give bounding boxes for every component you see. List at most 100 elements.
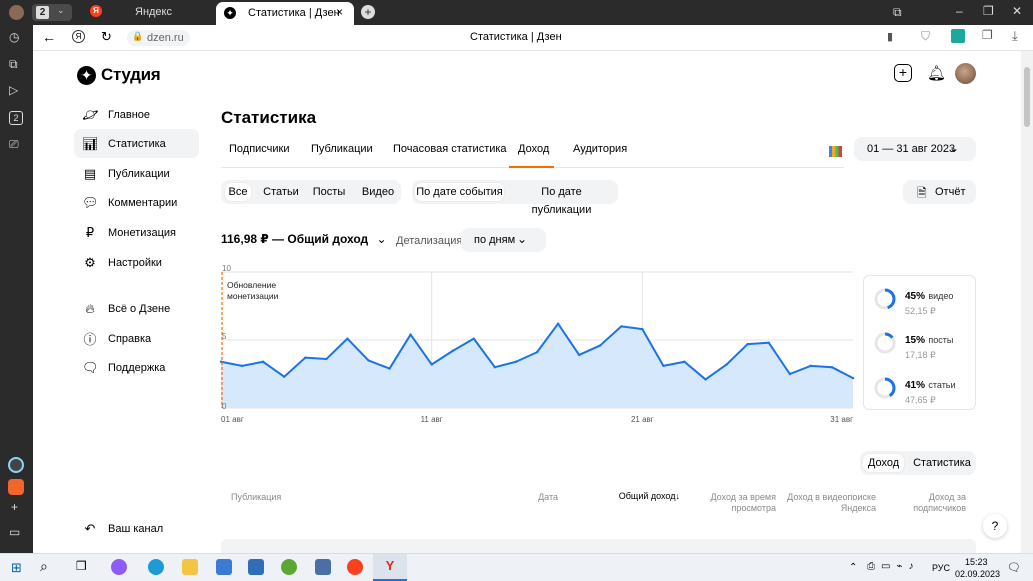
clock-date[interactable]: 02.09.2023 <box>955 569 1000 579</box>
column-total-income[interactable]: Общий доход↓ <box>600 491 680 502</box>
store-icon[interactable] <box>216 559 232 575</box>
detail-dropdown[interactable]: по дням ⌄ <box>461 228 546 252</box>
search-icon[interactable]: ⌕ <box>40 558 48 575</box>
sidebar-item-support[interactable]: 🗨︎ Поддержка <box>74 353 199 382</box>
url-pill[interactable]: 🔒 dzen.ru <box>127 30 190 46</box>
date-range-button[interactable]: 01 — 31 авг 2023 ⌄ <box>854 137 976 161</box>
your-channel-link[interactable]: ↶ Ваш канал <box>74 514 199 543</box>
alice-icon[interactable] <box>8 457 24 473</box>
column-date[interactable]: Дата <box>520 492 558 503</box>
app-icon[interactable] <box>315 559 331 575</box>
folder-icon[interactable] <box>182 559 198 575</box>
edge-icon[interactable] <box>148 559 164 575</box>
dzen-logo-icon: ✦ <box>77 65 96 85</box>
avatar[interactable] <box>9 5 24 20</box>
sidebar-item-comments[interactable]: 💬︎ Комментарии <box>74 188 199 217</box>
mail-icon[interactable] <box>248 559 264 575</box>
back-icon[interactable]: ← <box>42 29 56 45</box>
sidebar-item-label: Поддержка <box>108 361 166 374</box>
sidebar-item-stats[interactable]: 📊︎ Статистика <box>74 129 199 158</box>
studio-logo[interactable]: ✦ Студия <box>77 65 161 85</box>
help-button[interactable]: ? <box>983 514 1007 538</box>
new-tab-button[interactable]: + <box>361 5 375 19</box>
color-bars-icon[interactable] <box>829 146 842 157</box>
report-button[interactable]: 🗎︎ Отчёт <box>903 180 976 204</box>
alice-taskbar-icon[interactable] <box>111 559 127 575</box>
total-income-selector[interactable]: 116,98 ₽ — Общий доход ⌄ <box>221 232 387 246</box>
annotation-label: Обновление <box>227 280 276 290</box>
language-indicator[interactable]: РУС <box>932 563 950 573</box>
tab-income[interactable]: Доход <box>518 143 549 155</box>
chat-ext-icon[interactable]: ❐ <box>982 28 993 42</box>
column-watch-income[interactable]: Доход за время просмотра <box>690 492 776 514</box>
page-scrollbar[interactable] <box>1021 51 1033 553</box>
tabs-count-icon[interactable]: 2 <box>9 111 23 125</box>
data-point <box>662 364 665 368</box>
column-publication[interactable]: Публикация <box>231 492 281 503</box>
tab-dzen-stats[interactable]: ✦ Статистика | Дзен × <box>216 2 354 25</box>
bookmark-icon[interactable]: ▮ <box>887 30 893 43</box>
collections-icon[interactable]: ⧉ <box>9 58 18 70</box>
windows-start-icon[interactable]: ⊞ <box>11 560 22 576</box>
tab-count-button[interactable]: 2 ⌄ <box>32 4 72 21</box>
chevron-down-icon: ⌄ <box>517 232 528 246</box>
sidebar-toggle-icon[interactable]: ▭ <box>9 526 20 538</box>
layers-icon: ▤ <box>83 165 97 181</box>
sidebar-item-main[interactable]: 🪐︎ Главное <box>74 100 199 129</box>
detail-value: по дням <box>474 234 516 246</box>
notifications-icon[interactable]: 🗨︎ <box>1007 561 1021 574</box>
clock-time[interactable]: 15:23 <box>965 557 988 567</box>
tab-subscribers[interactable]: Подписчики <box>229 143 290 155</box>
data-point <box>683 360 686 363</box>
sidebar-item-publications[interactable]: ▤ Публикации <box>74 159 199 188</box>
toggle-income[interactable]: Доход <box>863 454 904 472</box>
tray-chevron-icon[interactable]: ⌃ <box>849 562 857 573</box>
tab-hourly[interactable]: Почасовая статистика <box>393 143 507 155</box>
shield-icon[interactable]: ⛉ <box>921 29 930 44</box>
sidebar-item-help[interactable]: ⓘ Справка <box>74 324 199 353</box>
history-icon[interactable]: ◷ <box>9 31 19 43</box>
sidebar-item-settings[interactable]: ⚙ Настройки <box>74 248 199 277</box>
close-icon[interactable]: × <box>336 5 343 19</box>
tab-publications[interactable]: Публикации <box>311 143 373 155</box>
play-icon[interactable]: ▷ <box>9 84 18 96</box>
avatar[interactable] <box>955 63 976 84</box>
screenshot-icon[interactable]: ⎚ <box>9 138 19 150</box>
report-icon: 🗎︎ <box>917 186 927 200</box>
tab-yandex[interactable]: Я Яндекс <box>90 5 210 20</box>
toggle-statistics[interactable]: Статистика <box>912 454 972 472</box>
extension-icon[interactable] <box>951 29 965 43</box>
filter-all[interactable]: Все <box>225 183 251 201</box>
yandex-browser-taskbar-button[interactable]: Y <box>373 554 407 581</box>
reload-icon[interactable]: ↻ <box>101 29 112 45</box>
yandex-search-icon[interactable]: Я <box>72 30 85 43</box>
tray-icons[interactable]: ⎙▭⌁♪ <box>867 561 919 572</box>
task-view-icon[interactable]: ❒ <box>76 559 87 573</box>
torrent-icon[interactable] <box>281 559 297 575</box>
column-video-search-income[interactable]: Доход в видеопоиске Яндекса <box>780 492 876 514</box>
data-point <box>472 337 475 340</box>
data-point <box>493 366 497 369</box>
sidebar-item-about[interactable]: 🔥︎ Всё о Дзене <box>74 294 199 323</box>
filter-video[interactable]: Видео <box>359 183 397 201</box>
sidebar-item-monetization[interactable]: ₽ Монетизация <box>74 218 199 247</box>
market-icon[interactable] <box>8 479 24 495</box>
chat-icon: 🗨︎ <box>82 359 99 375</box>
download-icon[interactable]: ⤓ <box>1012 28 1018 44</box>
filter-by-event[interactable]: По дате события <box>415 183 504 201</box>
close-window-icon[interactable]: ✕ <box>1012 5 1022 17</box>
minimize-icon[interactable]: – <box>956 5 963 17</box>
tab-audience[interactable]: Аудитория <box>573 143 627 155</box>
restore-icon[interactable]: ❐ <box>983 5 994 17</box>
collections-icon[interactable]: ⧉ <box>893 6 902 18</box>
column-subscriber-income[interactable]: Доход за подписчиков <box>892 492 966 514</box>
add-icon[interactable]: + <box>11 501 18 513</box>
sidebar-item-label: Публикации <box>108 167 170 180</box>
yandex-taskbar-icon[interactable] <box>347 559 363 575</box>
bell-icon[interactable]: 🔔︎ <box>927 64 946 82</box>
filter-articles[interactable]: Статьи <box>261 183 301 201</box>
create-icon[interactable]: + <box>894 64 912 82</box>
filter-by-publication[interactable]: По дате публикации <box>510 183 613 216</box>
filter-posts[interactable]: Посты <box>311 183 347 201</box>
scrollbar-thumb[interactable] <box>1024 67 1030 127</box>
